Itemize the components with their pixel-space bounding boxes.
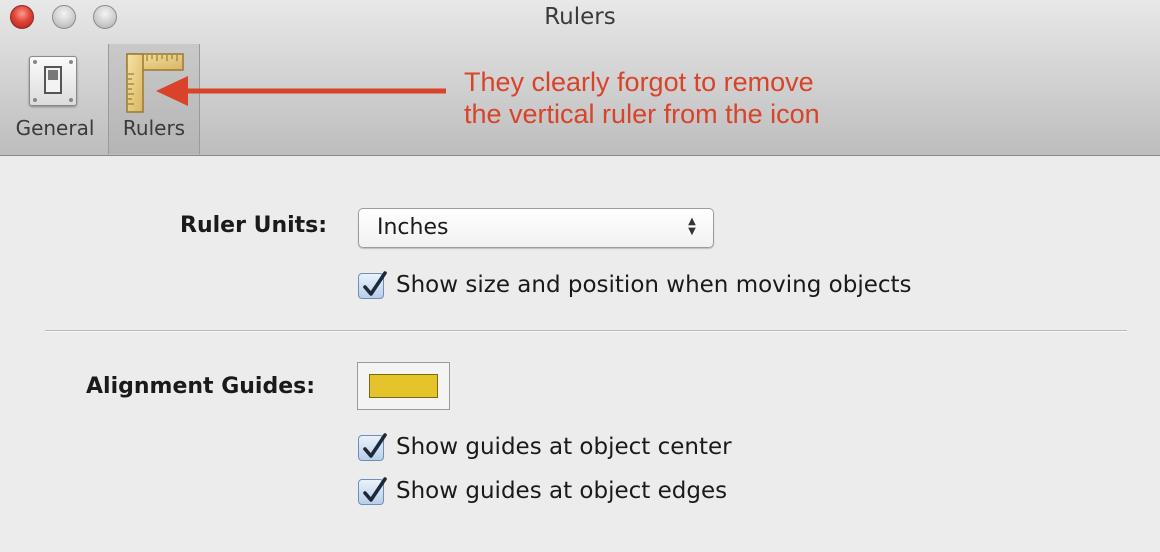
annotation-line-1: They clearly forgot to remove (464, 67, 814, 97)
ruler-units-value: Inches (377, 215, 449, 240)
up-down-arrows-icon: ▲ ▼ (688, 216, 696, 237)
show-edges-checkbox[interactable] (358, 477, 387, 505)
checkmark-icon (363, 433, 387, 458)
titlebar-toolbar: Rulers General Rulers They clearly forgo… (0, 0, 1160, 156)
toolbar-label-general: General (15, 116, 95, 140)
show-size-position-checkbox[interactable] (358, 271, 387, 299)
annotation-arrow-icon (156, 76, 446, 106)
window-title: Rulers (544, 4, 616, 30)
alignment-guides-label: Alignment Guides: (86, 374, 316, 399)
checkmark-icon (363, 271, 387, 296)
show-edges-label: Show guides at object edges (396, 478, 728, 504)
general-switch-icon (29, 56, 77, 106)
toolbar-item-general[interactable]: General (6, 44, 104, 154)
show-center-checkbox[interactable] (358, 433, 387, 461)
preferences-window: Rulers General Rulers They clearly forgo… (0, 0, 1160, 552)
preferences-content: Ruler Units: Inches ▲ ▼ Show size and pos… (0, 156, 1160, 552)
show-center-label: Show guides at object center (396, 434, 732, 460)
section-divider (45, 330, 1127, 332)
toolbar-label-rulers: Rulers (122, 116, 186, 140)
ruler-units-popup[interactable]: Inches ▲ ▼ (358, 208, 714, 248)
alignment-guides-color-well[interactable] (357, 362, 450, 410)
annotation-line-2: the vertical ruler from the icon (464, 99, 820, 129)
alignment-guides-color-swatch (369, 374, 438, 398)
show-size-position-label: Show size and position when moving objec… (396, 272, 912, 298)
checkmark-icon (363, 477, 387, 502)
annotation-text: They clearly forgot to remove the vertic… (464, 66, 820, 130)
ruler-units-label: Ruler Units: (180, 213, 328, 238)
